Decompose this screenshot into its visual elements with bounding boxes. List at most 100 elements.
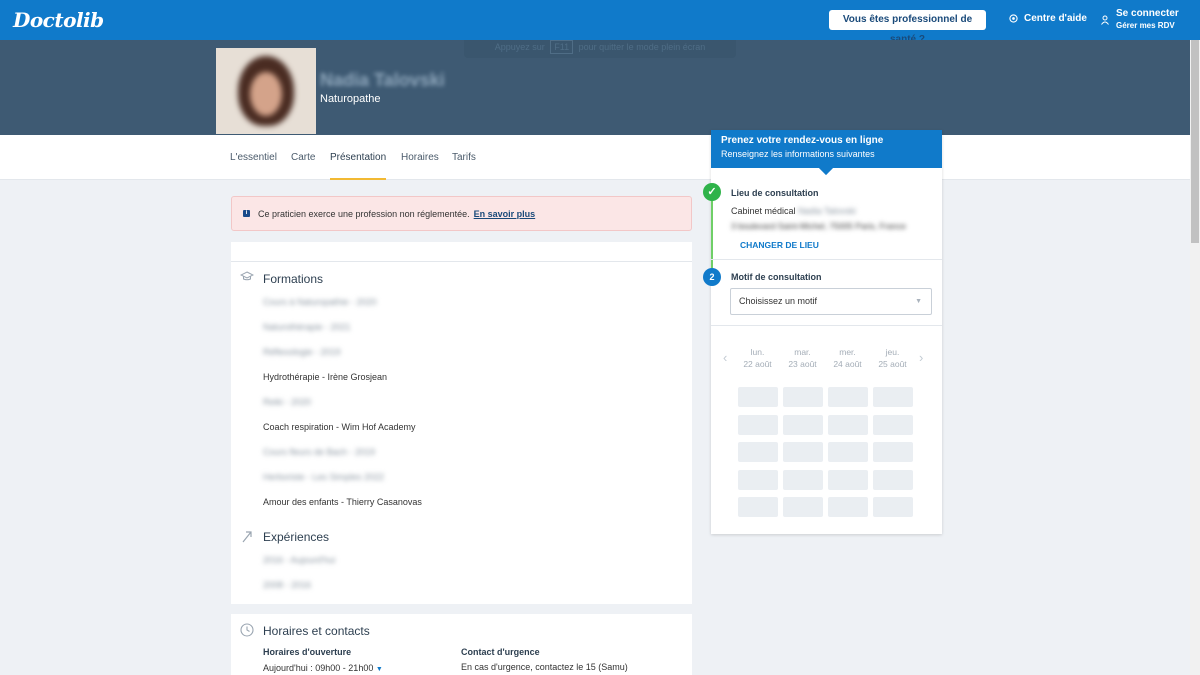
tab-tarifs[interactable]: Tarifs [452,152,476,163]
slot-placeholder [828,442,868,462]
info-icon: i [243,210,250,217]
slot-placeholder [828,497,868,517]
hours-today[interactable]: Aujourd'hui : 09h00 - 21h00 ▼ [263,663,383,673]
slot-placeholder [873,442,913,462]
chevron-down-icon: ▼ [915,298,922,305]
calendar-day: mer. 24 août [825,346,870,370]
tab-active-indicator [330,178,386,180]
calendar-day: jeu. 25 août [870,346,915,370]
booking-title: Prenez votre rendez-vous en ligne [721,135,884,146]
fullscreen-hint-before: Appuyez sur [494,42,545,52]
help-label: Centre d'aide [1024,13,1087,24]
contacts-card: Horaires et contacts Horaires d'ouvertur… [231,614,692,675]
hours-today-value: 09h00 - 21h00 [315,663,374,673]
booking-panel: Prenez votre rendez-vous en ligne Rensei… [703,130,942,534]
experience-item: 2016 - Aujourd'hui [263,555,336,565]
tab-essentiel[interactable]: L'essentiel [230,152,277,163]
step1-label: Lieu de consultation [731,188,819,198]
practitioner-avatar [216,48,316,134]
slot-placeholder [738,387,778,407]
formation-item: Réflexologie - 2019 [263,347,341,357]
regulation-alert: i Ce praticien exerce une profession non… [231,196,692,231]
formations-title: Formations [263,272,324,286]
formation-item: Amour des enfants - Thierry Casanovas [263,497,422,507]
experiences-title: Expériences [263,530,330,544]
formation-item: Reiki - 2020 [263,397,312,407]
formation-item: Cours à Naturopathie - 2020 [263,297,377,307]
step2-label: Motif de consultation [731,272,822,282]
formation-item: Coach respiration - Wim Hof Academy [263,422,416,432]
profile-header: Appuyez sur F11 pour quitter le mode ple… [0,40,1200,135]
contacts-title: Horaires et contacts [263,624,370,638]
step1-address: 3 boulevard Saint-Michel, 75005 Paris, F… [731,221,906,231]
caret-down-icon: ▼ [375,666,383,673]
slot-placeholder [828,469,868,490]
urgency-label: Contact d'urgence [461,647,540,657]
formation-item: Hydrothérapie - Irène Grosjean [263,372,388,382]
login-link[interactable]: Se connecter Gérer mes RDV [1101,8,1179,31]
graduation-cap-icon [240,271,254,281]
booking-header: Prenez votre rendez-vous en ligne Rensei… [711,130,942,176]
chevron-right-icon[interactable]: › [919,350,923,365]
tab-horaires[interactable]: Horaires [401,152,439,163]
slot-placeholder [828,414,868,435]
day-date: 25 août [878,359,907,369]
step2-number: 2 [703,268,721,286]
slot-placeholder [828,387,868,407]
help-link[interactable]: Centre d'aide [1009,13,1087,24]
pro-button[interactable]: Vous êtes professionnel de santé ? [829,10,986,45]
formation-item: Naturothérapie - 2021 [263,322,351,332]
login-title: Se connecter [1116,8,1179,19]
day-name: lun. [750,347,765,357]
slot-placeholder [738,469,778,490]
doctolib-logo[interactable]: Doctolib [13,8,104,32]
experience-item: 2008 - 2016 [263,580,312,590]
motif-select-value: Choisissez un motif [739,296,818,306]
learn-more-link[interactable]: En savoir plus [474,209,536,219]
practitioner-specialty: Naturopathe [320,93,381,105]
formation-item: Cours fleurs de Bach - 2019 [263,447,376,457]
urgency-text: En cas d'urgence, contactez le 15 (Samu) [461,662,628,672]
avatar-face [250,72,282,116]
slot-placeholder [783,414,823,435]
slot-placeholder [783,497,823,517]
slot-placeholder [873,469,913,490]
slot-placeholder [783,469,823,490]
top-bar: Doctolib Vous êtes professionnel de sant… [0,0,1200,45]
booking-divider [711,259,942,260]
chevron-left-icon[interactable]: ‹ [723,350,727,365]
hours-today-label: Aujourd'hui : [263,663,313,673]
motif-select[interactable]: Choisissez un motif ▼ [730,288,932,315]
slot-placeholder [738,442,778,462]
formation-item: Herboriste - Les Simples 2022 [263,472,385,482]
step1-value-blurred: Nadia Talovski [798,206,856,216]
tab-presentation[interactable]: Présentation [330,152,386,163]
slot-placeholder [738,414,778,435]
change-location-button[interactable]: CHANGER DE LIEU [740,240,819,250]
slot-placeholder [783,387,823,407]
calendar-day: lun. 22 août [735,346,780,370]
login-subtitle: Gérer mes RDV [1116,21,1175,30]
slot-placeholder [738,497,778,517]
calendar-day: mar. 23 août [780,346,825,370]
day-date: 23 août [788,359,817,369]
slot-placeholder [873,387,913,407]
presentation-card: Formations Cours à Naturopathie - 2020 N… [231,242,692,604]
practitioner-name: Nadia Talovski [320,70,445,90]
step1-value-text: Cabinet médical [731,206,796,216]
fullscreen-hint: Appuyez sur F11 pour quitter le mode ple… [464,40,736,58]
slot-placeholder [873,497,913,517]
step1-value: Cabinet médical Nadia Talovski [731,206,856,216]
scrollbar-thumb[interactable] [1191,40,1199,243]
booking-subtitle: Renseignez les informations suivantes [721,149,875,159]
help-icon [1009,14,1018,23]
day-name: mer. [839,347,856,357]
alert-text: Ce praticien exerce une profession non r… [258,208,470,219]
booking-header-arrow [818,160,834,176]
user-icon [1101,15,1109,25]
slot-placeholder [873,414,913,435]
check-icon: ✓ [703,183,721,201]
slot-placeholder [783,442,823,462]
page-scrollbar[interactable] [1190,40,1200,675]
tab-carte[interactable]: Carte [291,152,315,163]
